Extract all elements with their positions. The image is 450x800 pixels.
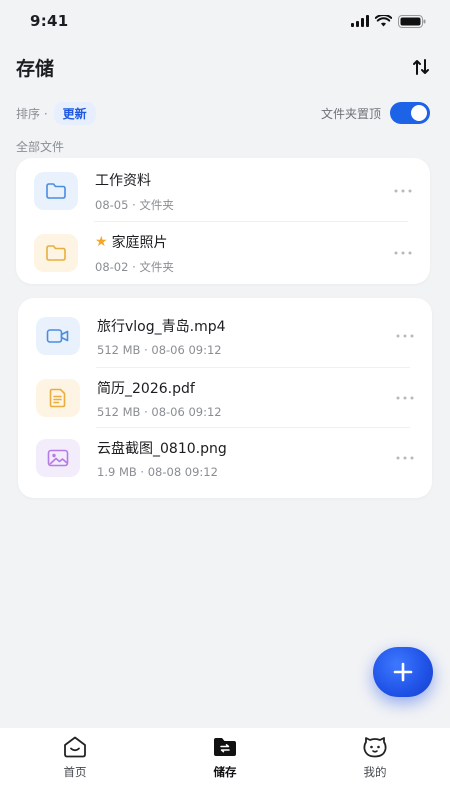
file-thumb — [36, 439, 80, 477]
row-text: 工作资料 08-05 · 文件夹 — [95, 170, 388, 213]
folder-thumb — [34, 172, 78, 210]
folder-icon — [46, 183, 66, 199]
folder-top-label: 文件夹置顶 — [320, 106, 381, 121]
tab-label: 储存 — [213, 765, 237, 779]
folder-meta: 08-05 · 文件夹 — [95, 197, 174, 212]
add-button[interactable] — [373, 647, 433, 697]
sort-label: 排序 · — [16, 106, 48, 121]
tab-icon-wrap — [212, 734, 238, 760]
more-dots-icon — [394, 251, 412, 255]
profile-face-icon — [363, 737, 387, 758]
star-icon: ★ — [95, 233, 108, 250]
file-meta: 512 MB · 08-06 09:12 — [97, 404, 222, 419]
sort-chip-updated[interactable]: 更新 — [53, 101, 96, 125]
list-item[interactable]: 工作资料 08-05 · 文件夹 — [16, 161, 430, 221]
status-bar: 9:41 — [0, 0, 450, 42]
row-text: ★ 家庭照片 08-02 · 文件夹 — [95, 232, 388, 275]
sort-row: 排序 · 更新 文件夹置顶 — [16, 101, 430, 125]
folder-name-text: 家庭照片 — [111, 234, 168, 251]
file-meta: 512 MB · 08-06 09:12 — [97, 342, 222, 357]
folders-card: 工作资料 08-05 · 文件夹 ★ 家庭照片 08-02 · 文件夹 — [16, 158, 430, 284]
more-options-button[interactable] — [390, 324, 420, 348]
tab-storage[interactable]: 储存 — [180, 734, 270, 780]
storage-folder-icon — [214, 738, 236, 756]
row-text: 云盘截图_0810.png 1.9 MB · 08-08 09:12 — [97, 438, 390, 479]
folder-thumb — [34, 234, 78, 272]
sort-order-button[interactable] — [408, 54, 434, 80]
video-icon — [46, 329, 69, 343]
folder-icon — [46, 245, 66, 261]
wifi-icon — [375, 15, 392, 27]
row-text: 简历_2026.pdf 512 MB · 08-06 09:12 — [97, 378, 390, 419]
tab-profile[interactable]: 我的 — [330, 734, 420, 780]
status-time: 9:41 — [30, 12, 69, 30]
list-item[interactable]: ★ 家庭照片 08-02 · 文件夹 — [16, 223, 430, 283]
more-options-button[interactable] — [388, 241, 418, 265]
list-item[interactable]: 云盘截图_0810.png 1.9 MB · 08-08 09:12 — [18, 428, 432, 488]
section-label: 全部文件 — [16, 140, 65, 154]
document-icon — [49, 388, 66, 408]
file-thumb — [36, 379, 80, 417]
image-icon — [47, 449, 69, 467]
file-meta: 1.9 MB · 08-08 09:12 — [97, 464, 218, 479]
more-dots-icon — [394, 189, 412, 193]
folder-top-toggle[interactable] — [390, 102, 430, 124]
home-icon — [64, 736, 86, 758]
plus-icon — [393, 662, 413, 682]
status-icons — [351, 14, 426, 28]
folder-top-setting: 文件夹置顶 — [321, 102, 430, 124]
row-text: 旅行vlog_青岛.mp4 512 MB · 08-06 09:12 — [97, 316, 390, 357]
divider — [94, 221, 408, 222]
file-name: 简历_2026.pdf — [97, 380, 195, 397]
folder-meta: 08-02 · 文件夹 — [95, 259, 174, 274]
tab-icon-wrap — [362, 734, 388, 760]
toggle-knob — [411, 105, 427, 121]
header: 存储 — [16, 52, 434, 82]
list-item[interactable]: 旅行vlog_青岛.mp4 512 MB · 08-06 09:12 — [18, 306, 432, 366]
tab-icon-wrap — [62, 734, 88, 760]
file-name: 旅行vlog_青岛.mp4 — [97, 318, 226, 335]
tab-home[interactable]: 首页 — [30, 734, 120, 780]
list-item[interactable]: 简历_2026.pdf 512 MB · 08-06 09:12 — [18, 368, 432, 428]
more-options-button[interactable] — [388, 179, 418, 203]
signal-icon — [351, 15, 369, 27]
sort-control: 排序 · 更新 — [16, 101, 96, 125]
files-card: 旅行vlog_青岛.mp4 512 MB · 08-06 09:12 简历_20… — [18, 298, 432, 498]
more-options-button[interactable] — [390, 386, 420, 410]
more-dots-icon — [396, 456, 414, 460]
folder-name: ★ 家庭照片 — [95, 232, 388, 252]
folder-name-text: 工作资料 — [95, 172, 151, 189]
more-dots-icon — [396, 396, 414, 400]
folder-name: 工作资料 — [95, 170, 388, 190]
more-options-button[interactable] — [390, 446, 420, 470]
more-dots-icon — [396, 334, 414, 338]
tab-bar: 首页 储存 我的 — [0, 728, 450, 800]
battery-icon — [398, 14, 426, 28]
file-thumb — [36, 317, 80, 355]
page-title: 存储 — [16, 57, 55, 80]
tab-label: 首页 — [63, 765, 87, 779]
sort-arrows-icon — [413, 59, 429, 75]
tab-label: 我的 — [363, 765, 387, 779]
file-name: 云盘截图_0810.png — [97, 440, 227, 457]
